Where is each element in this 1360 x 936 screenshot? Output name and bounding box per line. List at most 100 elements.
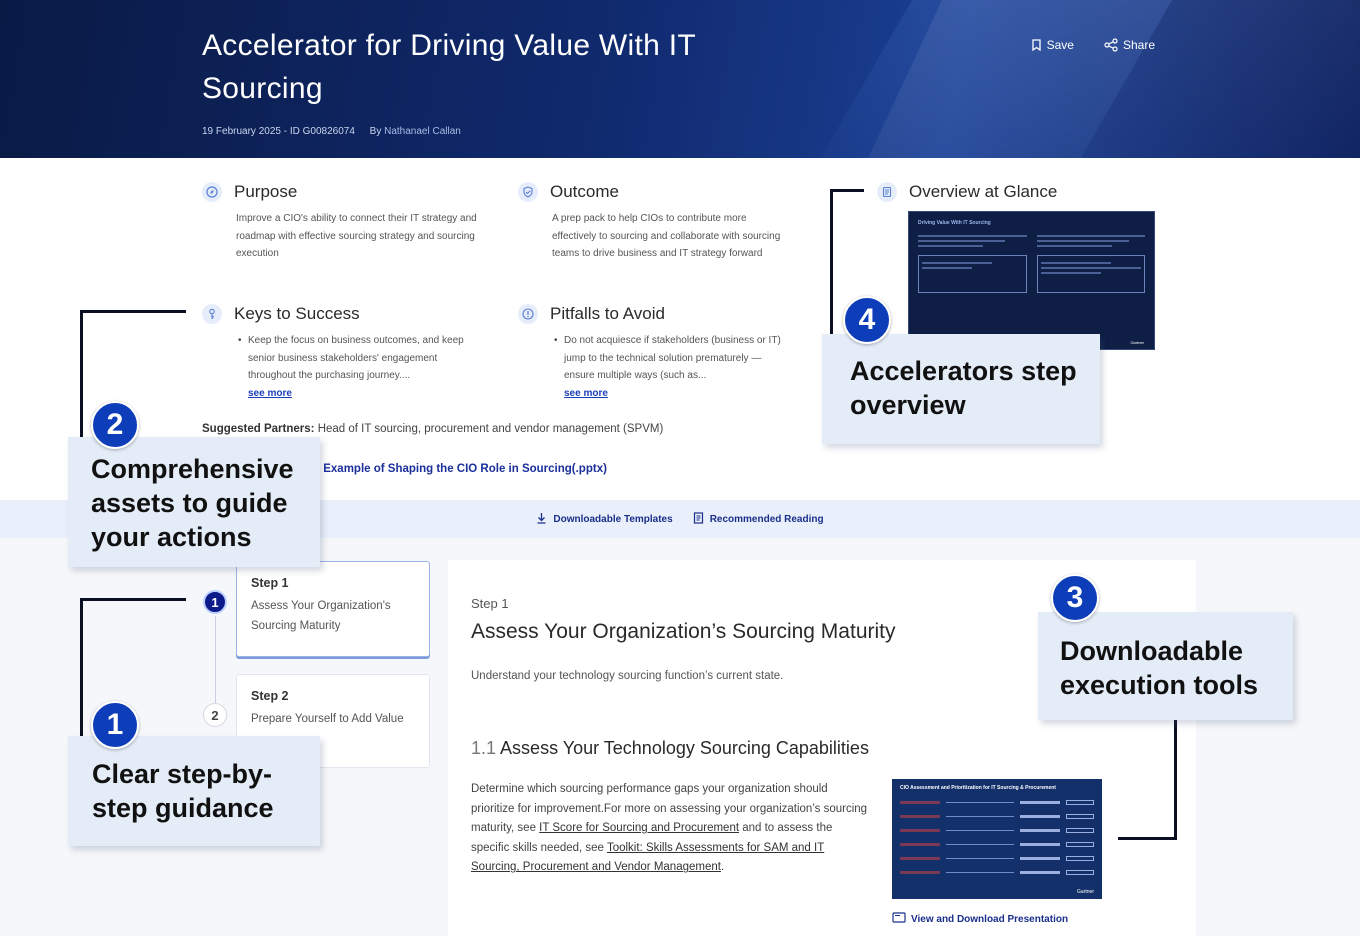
thumbnail-row: [900, 814, 1094, 819]
thumbnail-row: [900, 800, 1094, 805]
outcome-title: Outcome: [550, 182, 619, 201]
pitfalls-see-more-link[interactable]: see more: [552, 385, 792, 403]
tab-downloadable-templates[interactable]: Downloadable Templates: [536, 512, 673, 527]
section-paragraph: Determine which sourcing performance gap…: [471, 780, 871, 878]
date-id: 19 February 2025 - ID G00826074: [202, 126, 355, 137]
step-2-label: Step 2: [251, 689, 289, 703]
share-icon: [1104, 38, 1118, 52]
download-icon: [536, 512, 547, 527]
step-2-number[interactable]: 2: [203, 703, 227, 727]
keys-body: Keep the focus on business outcomes, and…: [236, 332, 486, 402]
content-step-label: Step 1: [471, 596, 509, 611]
keys-title: Keys to Success: [234, 304, 360, 323]
step-1-number[interactable]: 1: [203, 590, 227, 614]
callout-connector: [80, 310, 83, 440]
callout-1-badge: 1: [91, 701, 139, 749]
presentation-thumbnail-title: CIO Assessment and Prioritization for IT…: [900, 785, 1056, 791]
document-icon: [877, 182, 897, 202]
by-label: By: [369, 126, 382, 137]
callout-1-text: Clear step-by-step guidance: [92, 759, 274, 823]
callout-4: Accelerators step overview: [822, 334, 1100, 444]
save-label: Save: [1046, 38, 1074, 52]
section-heading: 1.1 Assess Your Technology Sourcing Capa…: [471, 738, 869, 759]
keys-bullet: Keep the focus on business outcomes, and…: [236, 332, 486, 385]
callout-3: Downloadable execution tools: [1038, 612, 1293, 720]
content-title: Assess Your Organization’s Sourcing Matu…: [471, 620, 896, 643]
outcome-text: A prep pack to help CIOs to contribute m…: [552, 213, 781, 259]
thumbnail-row: [918, 232, 1145, 247]
shield-check-icon: [518, 182, 538, 202]
pitfalls-body: Do not acquiesce if stakeholders (busine…: [552, 332, 792, 402]
overview-thumbnail-title: Driving Value With IT Sourcing: [918, 220, 991, 226]
tab-reading-label: Recommended Reading: [709, 513, 824, 525]
callout-connector: [830, 189, 833, 337]
thumbnail-row: [900, 856, 1094, 861]
keys-block: Keys to Success Keep the focus on busine…: [202, 304, 502, 402]
outcome-block: Outcome A prep pack to help CIOs to cont…: [518, 182, 808, 263]
thumbnail-brand: Gartner: [1077, 889, 1094, 895]
alert-icon: [518, 304, 538, 324]
step-2-desc: Prepare Yourself to Add Value: [251, 713, 404, 725]
tab-recommended-reading[interactable]: Recommended Reading: [693, 511, 824, 527]
thumbnail-row: [900, 828, 1094, 833]
partners-value: Head of IT sourcing, procurement and ven…: [317, 423, 664, 435]
view-download-presentation-link[interactable]: View and Download Presentation: [892, 912, 1068, 926]
step-1-card[interactable]: Step 1 Assess Your Organization's Sourci…: [236, 561, 430, 657]
glance-block: Overview at Glance: [877, 182, 1157, 202]
page-title: Accelerator for Driving Value With IT So…: [202, 29, 696, 105]
thumbnail-row: [900, 870, 1094, 875]
callout-3-text: Downloadable execution tools: [1060, 636, 1259, 700]
pitfalls-title: Pitfalls to Avoid: [550, 304, 665, 323]
overview-thumbnail[interactable]: Driving Value With IT Sourcing Gartner: [908, 211, 1155, 350]
step-1-desc: Assess Your Organization's Sourcing Matu…: [251, 600, 391, 632]
section-number: 1.1: [471, 738, 497, 758]
key-icon: [202, 304, 222, 324]
callout-2: Comprehensive assets to guide your actio…: [68, 437, 320, 567]
callout-connector: [830, 189, 864, 192]
bookmark-icon: [1031, 39, 1042, 51]
share-label: Share: [1122, 38, 1155, 52]
callout-connector: [80, 598, 186, 601]
pitfalls-bullet: Do not acquiesce if stakeholders (busine…: [552, 332, 792, 385]
glance-title: Overview at Glance: [909, 182, 1058, 201]
purpose-block: Purpose Improve a CIO's ability to conne…: [202, 182, 492, 263]
tab-templates-label: Downloadable Templates: [553, 513, 673, 525]
compass-icon: [202, 182, 222, 202]
thumbnail-row: [900, 842, 1094, 847]
step-1-label: Step 1: [251, 576, 289, 590]
presentation-icon: [892, 912, 906, 926]
purpose-text: Improve a CIO's ability to connect their…: [236, 213, 477, 259]
thumbnail-brand: Gartner: [1130, 340, 1144, 345]
header-actions: Save Share: [1031, 38, 1155, 52]
callout-1: Clear step-by-step guidance: [68, 736, 320, 846]
save-button[interactable]: Save: [1031, 38, 1074, 52]
document-icon: [693, 511, 704, 527]
content-subtitle: Understand your technology sourcing func…: [471, 670, 784, 682]
example-pptx-link[interactable]: ⭳ Example of Shaping the CIO Role in Sou…: [316, 461, 607, 480]
section-title: Assess Your Technology Sourcing Capabili…: [500, 738, 869, 758]
document-meta: 19 February 2025 - ID G00826074 By Natha…: [202, 126, 461, 137]
suggested-partners: Suggested Partners: Head of IT sourcing,…: [202, 423, 663, 435]
callout-connector: [1118, 837, 1177, 840]
author-link[interactable]: Nathanael Callan: [384, 126, 461, 137]
callout-2-badge: 2: [91, 401, 139, 449]
callout-connector: [80, 598, 83, 738]
callout-connector: [80, 310, 186, 313]
thumbnail-row: [918, 255, 1145, 293]
example-link-label: Example of Shaping the CIO Role in Sourc…: [323, 463, 607, 475]
purpose-title: Purpose: [234, 182, 298, 201]
hero-header: Accelerator for Driving Value With IT So…: [0, 0, 1360, 158]
callout-3-badge: 3: [1051, 574, 1099, 622]
presentation-thumbnail[interactable]: CIO Assessment and Prioritization for IT…: [892, 779, 1102, 899]
it-score-link[interactable]: IT Score for Sourcing and Procurement: [539, 822, 739, 834]
pitfalls-block: Pitfalls to Avoid Do not acquiesce if st…: [518, 304, 818, 402]
share-button[interactable]: Share: [1104, 38, 1155, 52]
callout-connector: [1174, 720, 1177, 840]
callout-2-text: Comprehensive assets to guide your actio…: [91, 454, 294, 552]
callout-4-badge: 4: [843, 296, 891, 344]
view-link-label: View and Download Presentation: [911, 913, 1069, 925]
paragraph-text: .: [720, 861, 725, 874]
partners-label: Suggested Partners:: [202, 423, 315, 435]
keys-see-more-link[interactable]: see more: [236, 385, 486, 403]
callout-4-text: Accelerators step overview: [850, 356, 1077, 420]
